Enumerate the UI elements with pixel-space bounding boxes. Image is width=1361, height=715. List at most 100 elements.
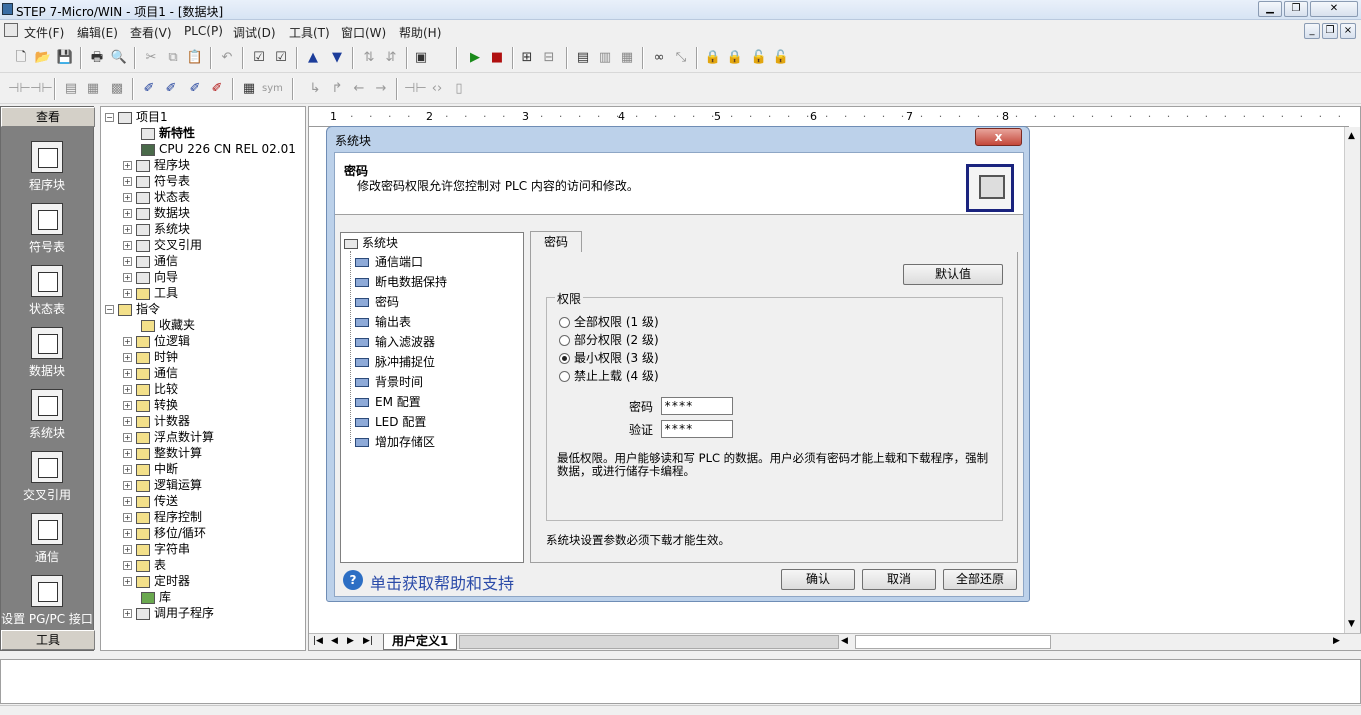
tree-item-comm-port[interactable]: 通信端口 [355, 252, 423, 272]
next-bookmark-icon[interactable]: ✐ [162, 80, 180, 98]
tree-item-retentive-ranges[interactable]: 断电数据保持 [355, 272, 447, 292]
new-icon[interactable]: 🗋 [12, 49, 30, 67]
scroll-up-icon[interactable]: ▲ [1348, 131, 1355, 141]
insert-left-line-icon[interactable]: ← [350, 80, 368, 98]
tree-item-em-config[interactable]: EM 配置 [355, 392, 421, 412]
mdi-restore-button[interactable]: ❐ [1322, 23, 1338, 39]
radio-full-privileges[interactable]: 全部权限 (1 级) [559, 314, 659, 330]
expand-icon[interactable]: + [123, 449, 132, 458]
tab-password[interactable]: 密码 [530, 231, 582, 253]
copy-icon[interactable]: ⧉ [164, 49, 182, 67]
verify-field[interactable]: **** [661, 420, 733, 438]
menu-debug[interactable]: 调试(D) [233, 24, 276, 41]
tree-node-counter[interactable]: + 计数器 [123, 413, 190, 429]
radio-circle[interactable] [559, 335, 570, 346]
expand-icon[interactable]: + [123, 401, 132, 410]
last-tab-icon[interactable]: ▶| [363, 636, 373, 646]
tree-node-system-block[interactable]: + 系统块 [123, 221, 190, 237]
menu-file[interactable]: 文件(F) [24, 24, 64, 41]
tree-item-input-filters[interactable]: 输入滤波器 [355, 332, 435, 352]
vertical-scrollbar[interactable]: ▲ ▼ [1344, 127, 1360, 633]
force-icon[interactable]: 🔒 [704, 49, 722, 67]
expand-icon[interactable]: + [123, 369, 132, 378]
ok-button[interactable]: 确认 [781, 569, 855, 590]
maximize-button[interactable]: ❐ [1284, 1, 1308, 17]
prev-tab-icon[interactable]: ◀ [331, 636, 338, 646]
restore-all-button[interactable]: 全部还原 [943, 569, 1017, 590]
password-field[interactable]: **** [661, 397, 733, 415]
mdi-close-button[interactable]: × [1340, 23, 1356, 39]
toggle-bookmark-icon[interactable]: ✐ [140, 80, 158, 98]
upload-icon[interactable]: ▲ [304, 49, 322, 67]
expand-icon[interactable]: + [123, 497, 132, 506]
insert-contact-icon[interactable]: ⊣⊢ [404, 80, 427, 98]
tree-node-whats-new[interactable]: 新特性 [141, 125, 195, 141]
tree-node-move[interactable]: + 传送 [123, 493, 178, 509]
expand-icon[interactable]: + [123, 337, 132, 346]
next-tab-icon[interactable]: ▶ [347, 636, 354, 646]
compile-all-icon[interactable]: ☑ [272, 49, 290, 67]
tree-node-library[interactable]: 库 [141, 589, 171, 605]
fbd-view-icon[interactable]: ▩ [108, 80, 126, 98]
trend-view-icon[interactable]: ∞ [650, 49, 668, 67]
tree-node-table[interactable]: + 表 [123, 557, 166, 573]
close-button[interactable]: ✕ [1310, 1, 1358, 17]
insert-down-line-icon[interactable]: ↳ [306, 80, 324, 98]
expand-icon[interactable]: + [123, 417, 132, 426]
radio-partial-privileges[interactable]: 部分权限 (2 级) [559, 332, 659, 348]
compile-icon[interactable]: ☑ [250, 49, 268, 67]
chart-status-icon[interactable]: ▤ [574, 49, 592, 67]
expand-icon[interactable]: + [123, 609, 132, 618]
menu-tools[interactable]: 工具(T) [289, 24, 330, 41]
tree-item-pulse-catch[interactable]: 脉冲捕捉位 [355, 352, 435, 372]
tree-node-wizard[interactable]: + 向导 [123, 269, 178, 285]
tree-item-system-block-root[interactable]: 系统块 [344, 233, 398, 253]
nav-header-view[interactable]: 查看 [1, 107, 95, 127]
undo-icon[interactable]: ↶ [218, 49, 236, 67]
previous-bookmark-icon[interactable]: ✐ [186, 80, 204, 98]
expand-icon[interactable]: + [123, 177, 132, 186]
insert-right-line-icon[interactable]: → [372, 80, 390, 98]
expand-icon[interactable]: + [123, 465, 132, 474]
pause-trend-icon[interactable]: ⤡ [672, 49, 690, 67]
expand-icon[interactable]: + [123, 161, 132, 170]
tree-item-led-config[interactable]: LED 配置 [355, 412, 426, 432]
run-icon[interactable]: ▶ [466, 49, 484, 67]
expand-icon[interactable]: + [123, 561, 132, 570]
radio-circle-selected[interactable] [559, 353, 570, 364]
expand-icon[interactable]: + [123, 193, 132, 202]
menu-edit[interactable]: 编辑(E) [77, 24, 118, 41]
scroll-right-icon[interactable]: ▶ [1333, 636, 1340, 646]
nav-cross-reference[interactable]: 交叉引用 [1, 451, 93, 503]
expand-icon[interactable]: + [123, 577, 132, 586]
sort-descending-icon[interactable]: ⇵ [382, 49, 400, 67]
tree-node-clock[interactable]: + 时钟 [123, 349, 178, 365]
tree-node-project[interactable]: − 项目1 [105, 109, 168, 125]
tree-node-logic-ops[interactable]: + 逻辑运算 [123, 477, 202, 493]
minimize-button[interactable]: ▁ [1258, 1, 1282, 17]
insert-up-line-icon[interactable]: ↱ [328, 80, 346, 98]
download-icon[interactable]: ▼ [328, 49, 346, 67]
tree-node-float-math[interactable]: + 浮点数计算 [123, 429, 214, 445]
help-link[interactable]: 单击获取帮助和支持 [370, 570, 514, 594]
expand-icon[interactable]: + [123, 545, 132, 554]
nav-header-tools[interactable]: 工具 [1, 630, 95, 650]
symbol-table-icon[interactable]: ▦ [240, 80, 258, 98]
print-icon[interactable]: 🖶 [88, 49, 106, 67]
expand-icon[interactable]: + [123, 225, 132, 234]
options-icon[interactable]: ▣ [412, 49, 430, 67]
paste-icon[interactable]: 📋 [186, 49, 204, 67]
nav-program-block[interactable]: 程序块 [1, 141, 93, 193]
tree-node-shift-rotate[interactable]: + 移位/循环 [123, 525, 206, 541]
collapse-icon[interactable]: − [105, 113, 114, 122]
expand-icon[interactable]: + [123, 209, 132, 218]
stop-icon[interactable]: ■ [488, 49, 506, 67]
tree-node-integer-math[interactable]: + 整数计算 [123, 445, 202, 461]
sort-ascending-icon[interactable]: ⇅ [360, 49, 378, 67]
expand-icon[interactable]: + [123, 241, 132, 250]
ladder-contact-icon[interactable]: ⊣⊢ [8, 80, 31, 98]
tree-node-call-subroutine[interactable]: + 调用子程序 [123, 605, 214, 621]
nav-communication[interactable]: 通信 [1, 513, 93, 565]
symbol-addressing-icon[interactable]: sym [262, 80, 283, 98]
radio-minimum-privileges[interactable]: 最小权限 (3 级) [559, 350, 659, 366]
